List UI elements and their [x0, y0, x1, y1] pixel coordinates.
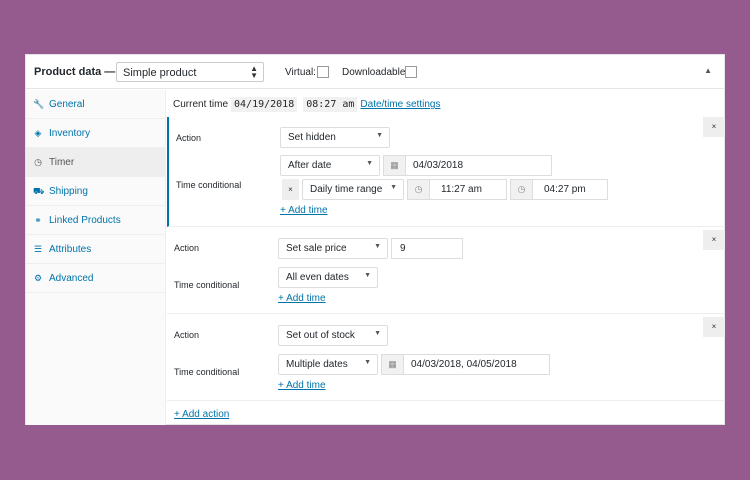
action-label: Action — [176, 133, 202, 143]
select-arrows-icon: ▲ ▼ — [250, 64, 258, 80]
action-value: Set hidden — [288, 132, 336, 143]
link-icon: ⚭ — [34, 215, 42, 225]
list-icon: ☰ — [33, 244, 43, 254]
range-type-select[interactable]: Daily time range ▼ — [302, 179, 404, 200]
product-type-select[interactable]: Simple product ▲ ▼ — [116, 62, 264, 82]
condition-type-value: All even dates — [286, 272, 349, 283]
panel-header: Product data — Simple product ▲ ▼ Virtual… — [26, 55, 724, 89]
tab-label: Inventory — [49, 128, 91, 139]
caret-down-icon: ▼ — [366, 160, 373, 167]
current-time-value: 08:27 am — [303, 97, 358, 112]
remove-time-button[interactable]: × — [282, 179, 299, 200]
add-action-link[interactable]: + Add action — [174, 409, 229, 420]
remove-rule-button[interactable]: × — [703, 117, 725, 137]
condition-type-select[interactable]: Multiple dates ▼ — [278, 354, 378, 375]
clock-icon: ◷ — [34, 157, 42, 167]
calendar-icon: ▦ — [384, 156, 406, 175]
downloadable-checkbox[interactable] — [405, 66, 417, 78]
remove-rule-button[interactable]: × — [703, 230, 725, 250]
timer-rule: × Action Set sale price ▼ 9 Time conditi… — [167, 228, 725, 314]
remove-rule-button[interactable]: × — [703, 317, 725, 337]
condition-date-field[interactable]: ▦ 04/03/2018 — [383, 155, 552, 176]
range-end-value: 04:27 pm — [544, 184, 586, 195]
action-select[interactable]: Set hidden ▼ — [280, 127, 390, 148]
condition-dates-field[interactable]: ▦ 04/03/2018, 04/05/2018 — [381, 354, 550, 375]
condition-dates-value: 04/03/2018, 04/05/2018 — [411, 359, 517, 370]
tab-attributes[interactable]: ☰ Attributes — [26, 235, 166, 264]
range-end-field[interactable]: ◷ 04:27 pm — [510, 179, 608, 200]
calendar-icon: ▦ — [382, 355, 404, 374]
condition-type-select[interactable]: After date ▼ — [280, 155, 380, 176]
caret-down-icon: ▼ — [376, 132, 383, 139]
gear-icon: ⚙ — [33, 273, 43, 283]
caret-down-icon: ▼ — [364, 272, 371, 279]
tab-shipping[interactable]: ⛟ Shipping — [26, 177, 166, 206]
price-input[interactable]: 9 — [391, 238, 463, 259]
downloadable-label: Downloadable: — [342, 67, 409, 78]
range-start-value: 11:27 am — [441, 184, 482, 195]
current-date-value: 04/19/2018 — [231, 97, 298, 112]
truck-icon: ⛟ — [33, 186, 45, 196]
time-conditional-label: Time conditional — [174, 367, 240, 377]
tab-label: Linked Products — [49, 215, 121, 226]
action-select[interactable]: Set sale price ▼ — [278, 238, 388, 259]
action-label: Action — [174, 330, 200, 340]
tab-timer[interactable]: ◷ Timer — [26, 148, 166, 177]
collapse-toggle-icon[interactable]: ▲ — [704, 66, 712, 75]
tab-linked-products[interactable]: ⚭ Linked Products — [26, 206, 166, 235]
tab-general[interactable]: 🔧 General — [26, 90, 166, 119]
condition-type-value: After date — [288, 160, 332, 171]
caret-down-icon: ▼ — [364, 359, 371, 366]
wrench-icon: 🔧 — [33, 99, 45, 109]
product-data-panel: Product data — Simple product ▲ ▼ Virtual… — [25, 54, 725, 425]
tab-label: Shipping — [49, 186, 88, 197]
tab-label: Advanced — [49, 273, 94, 284]
caret-down-icon: ▼ — [374, 243, 381, 250]
action-select[interactable]: Set out of stock ▼ — [278, 325, 388, 346]
timer-rule: × Action Set out of stock ▼ Time conditi… — [167, 315, 725, 401]
condition-date-value: 04/03/2018 — [413, 160, 464, 171]
add-time-link[interactable]: + Add time — [278, 380, 326, 391]
action-value: Set out of stock — [286, 330, 355, 341]
tab-label: General — [49, 99, 85, 110]
action-label: Action — [174, 243, 200, 253]
clock-icon: ◷ — [511, 180, 533, 199]
tab-advanced[interactable]: ⚙ Advanced — [26, 264, 166, 293]
tag-icon: ◈ — [34, 128, 42, 138]
price-value: 9 — [400, 243, 406, 254]
current-time-row: Current time 04/19/2018 08:27 am Date/ti… — [173, 97, 440, 112]
tab-inventory[interactable]: ◈ Inventory — [26, 119, 166, 148]
time-conditional-label: Time conditional — [174, 280, 240, 290]
time-conditional-label: Time conditional — [176, 180, 242, 190]
condition-type-value: Multiple dates — [286, 359, 348, 370]
timer-panel: Current time 04/19/2018 08:27 am Date/ti… — [167, 90, 725, 425]
tab-label: Attributes — [49, 244, 92, 255]
action-value: Set sale price — [286, 243, 347, 254]
caret-down-icon: ▼ — [374, 330, 381, 337]
panel-title: Product data — — [34, 66, 116, 78]
range-type-value: Daily time range — [310, 184, 383, 195]
datetime-settings-link[interactable]: Date/time settings — [360, 99, 440, 110]
clock-icon: ◷ — [408, 180, 430, 199]
condition-type-select[interactable]: All even dates ▼ — [278, 267, 378, 288]
tab-label: Timer — [49, 157, 75, 168]
add-time-link[interactable]: + Add time — [278, 293, 326, 304]
timer-rule: × Action Set hidden ▼ Time conditional A… — [167, 117, 725, 227]
virtual-checkbox[interactable] — [317, 66, 329, 78]
product-type-value: Simple product — [123, 67, 197, 79]
add-time-link[interactable]: + Add time — [280, 205, 328, 216]
current-time-label: Current time — [173, 99, 229, 110]
product-data-tabs: 🔧 General ◈ Inventory ◷ Timer ⛟ Shipping… — [26, 90, 166, 425]
virtual-label: Virtual: — [285, 67, 316, 78]
caret-down-icon: ▼ — [390, 184, 397, 191]
range-start-field[interactable]: ◷ 11:27 am — [407, 179, 507, 200]
